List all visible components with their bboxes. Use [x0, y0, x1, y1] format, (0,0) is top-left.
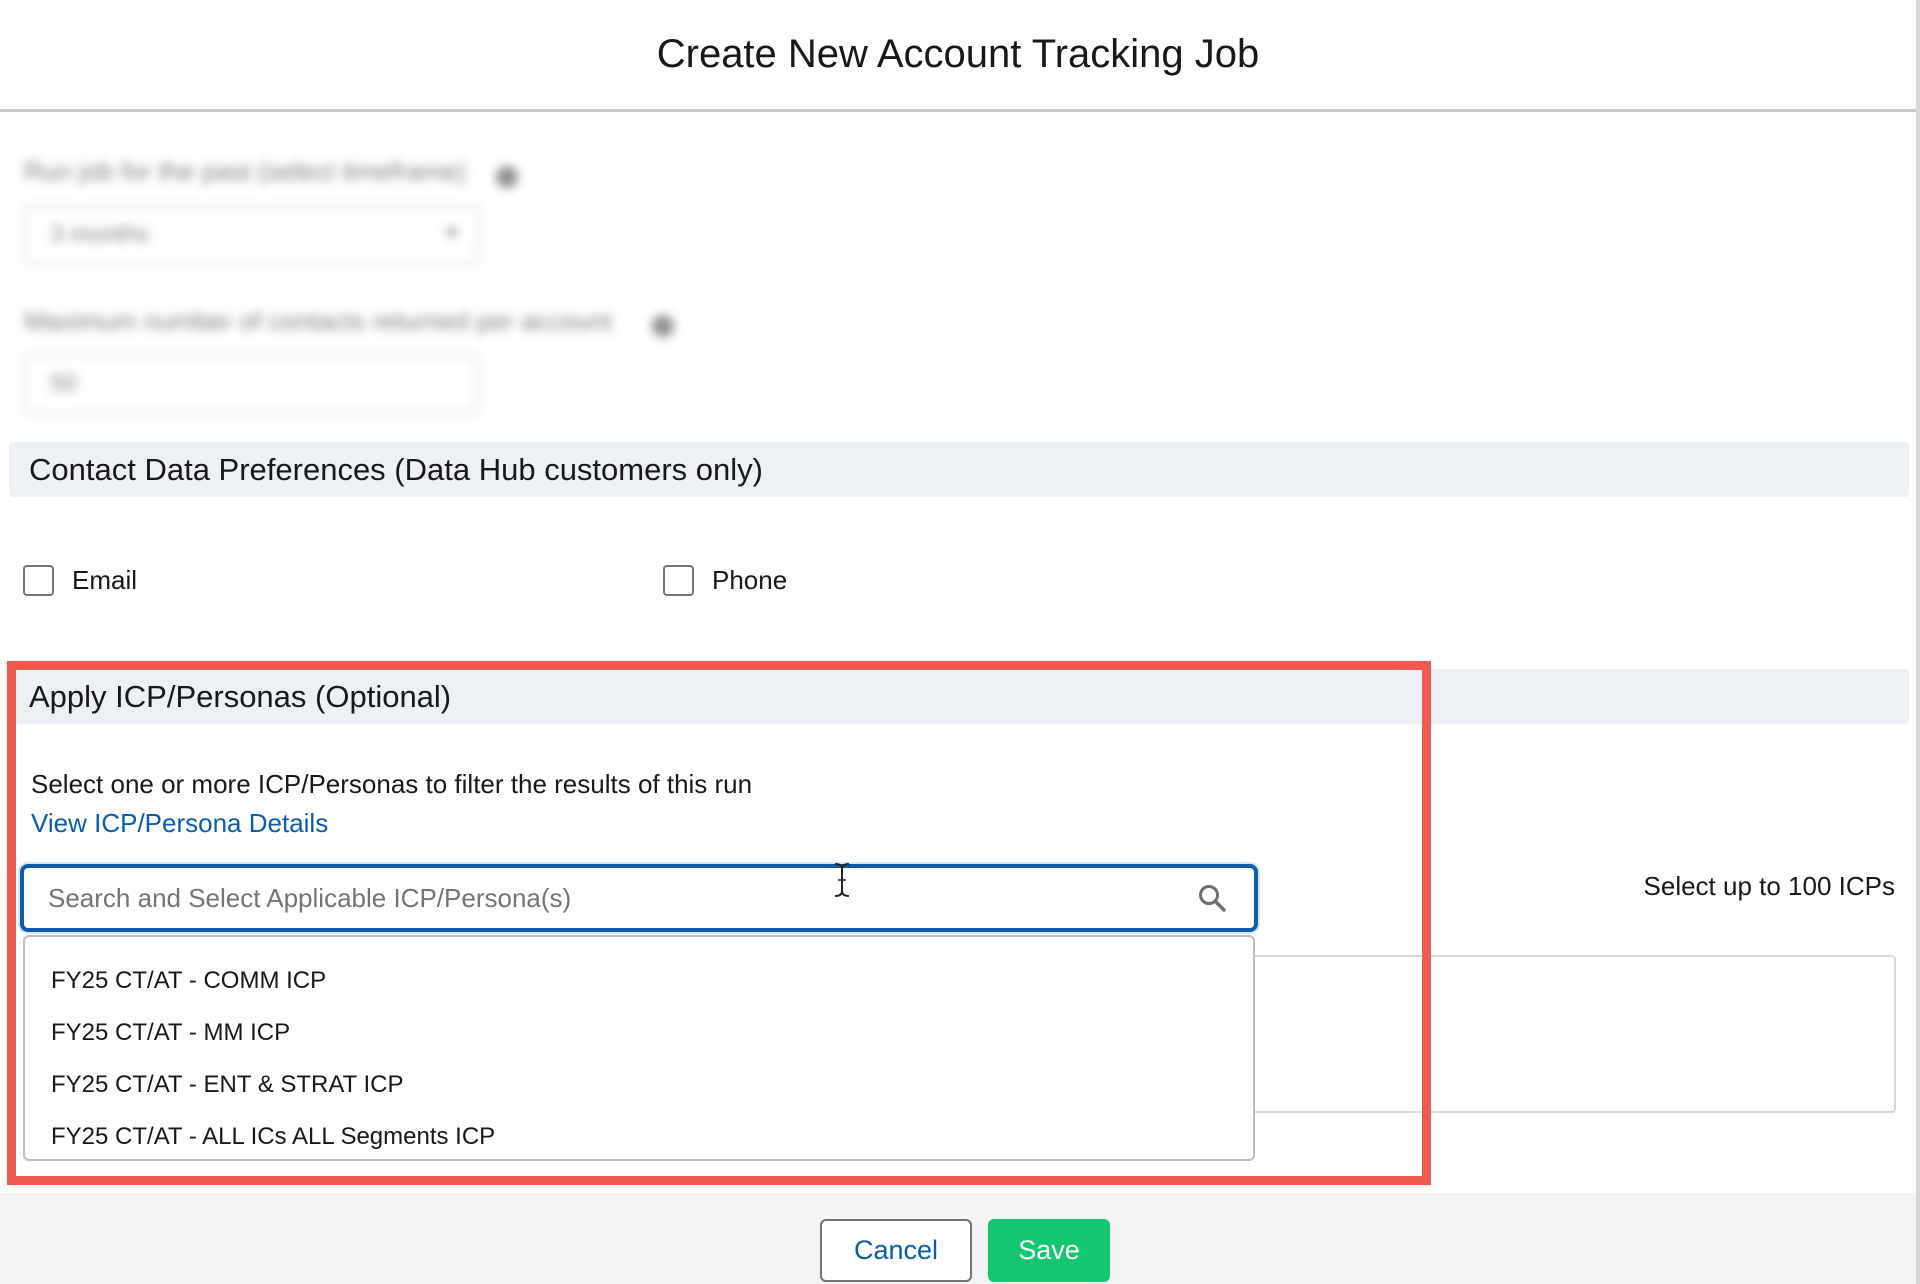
email-label: Email — [72, 565, 138, 595]
phone-checkbox[interactable] — [663, 565, 694, 596]
cancel-button[interactable]: Cancel — [820, 1219, 972, 1282]
icp-dropdown-list: FY25 CT/AT - COMM ICP FY25 CT/AT - MM IC… — [23, 935, 1255, 1161]
timeframe-value: 3 months — [50, 221, 149, 248]
search-icon[interactable] — [1192, 878, 1232, 918]
info-icon — [496, 166, 518, 188]
email-checkbox[interactable] — [23, 565, 54, 596]
info-icon — [652, 315, 674, 337]
scrollbar-edge[interactable] — [1916, 0, 1920, 1284]
modal-title: Create New Account Tracking Job — [656, 32, 1260, 76]
view-icp-details-link[interactable]: View ICP/Persona Details — [31, 808, 328, 839]
max-contacts-label: Maximum number of contacts returned per … — [24, 306, 613, 336]
max-contacts-value: 50 — [50, 370, 77, 397]
save-button[interactable]: Save — [988, 1219, 1110, 1282]
icp-section-header: Apply ICP/Personas (Optional) — [9, 669, 1909, 724]
timeframe-label: Run job for the past (select timeframe) — [24, 156, 467, 186]
modal-header: Create New Account Tracking Job — [0, 0, 1918, 112]
icp-search-input[interactable] — [24, 868, 1192, 928]
icp-helper-text: Select one or more ICP/Personas to filte… — [31, 769, 753, 799]
icp-limit-text: Select up to 100 ICPs — [1643, 871, 1895, 901]
selected-icps-area — [1250, 955, 1896, 1113]
max-contacts-input[interactable]: 50 — [24, 354, 479, 414]
phone-option[interactable]: Phone — [663, 565, 787, 596]
icp-option[interactable]: FY25 CT/AT - ENT & STRAT ICP — [25, 1059, 1253, 1111]
contact-prefs-title: Contact Data Preferences (Data Hub custo… — [29, 451, 763, 487]
chevron-down-icon — [445, 229, 459, 238]
icp-option[interactable]: FY25 CT/AT - MM ICP — [25, 1007, 1253, 1059]
blurred-fields: Run job for the past (select timeframe) … — [0, 112, 1910, 432]
icp-option[interactable]: FY25 CT/AT - ALL ICs ALL Segments ICP — [25, 1111, 1253, 1163]
contact-prefs-header: Contact Data Preferences (Data Hub custo… — [9, 442, 1909, 497]
phone-label: Phone — [712, 565, 788, 595]
icp-option[interactable]: FY25 CT/AT - COMM ICP — [25, 955, 1253, 1007]
email-option[interactable]: Email — [23, 565, 137, 596]
timeframe-select[interactable]: 3 months — [24, 205, 479, 265]
icp-search-box[interactable] — [20, 864, 1258, 932]
text-cursor-icon — [830, 862, 854, 898]
icp-section-title: Apply ICP/Personas (Optional) — [29, 678, 452, 714]
